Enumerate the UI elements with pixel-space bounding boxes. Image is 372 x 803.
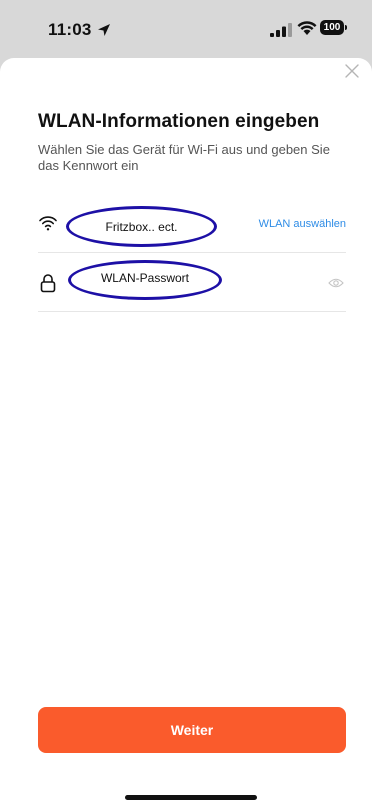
- select-wlan-link[interactable]: WLAN auswählen: [259, 218, 346, 230]
- wifi-network-row[interactable]: Fritzbox.. ect. WLAN auswählen: [38, 194, 346, 253]
- cellular-signal-icon: [270, 23, 292, 37]
- wifi-status-icon: [297, 21, 317, 35]
- password-field[interactable]: WLAN-Passwort: [68, 260, 222, 300]
- dialog-subtitle: Wählen Sie das Gerät für Wi-Fi aus und g…: [38, 142, 330, 173]
- eye-icon[interactable]: [328, 277, 344, 289]
- weiter-button[interactable]: Weiter: [38, 707, 346, 753]
- wifi-icon: [39, 216, 57, 231]
- battery-icon: 100: [320, 20, 349, 35]
- location-arrow-icon: [98, 24, 110, 36]
- close-icon[interactable]: [344, 63, 360, 79]
- dialog-title: WLAN-Informationen eingeben: [38, 111, 320, 132]
- wifi-network-name: Fritzbox.. ect.: [66, 206, 217, 247]
- password-row[interactable]: WLAN-Passwort: [38, 253, 346, 312]
- wlan-dialog-sheet: WLAN-Informationen eingeben Wählen Sie d…: [0, 58, 372, 803]
- home-indicator: [125, 795, 257, 800]
- status-time: 11:03: [48, 20, 92, 39]
- status-bar: 11:03 100: [0, 0, 372, 58]
- lock-icon: [40, 274, 56, 293]
- battery-level: 100: [320, 20, 344, 35]
